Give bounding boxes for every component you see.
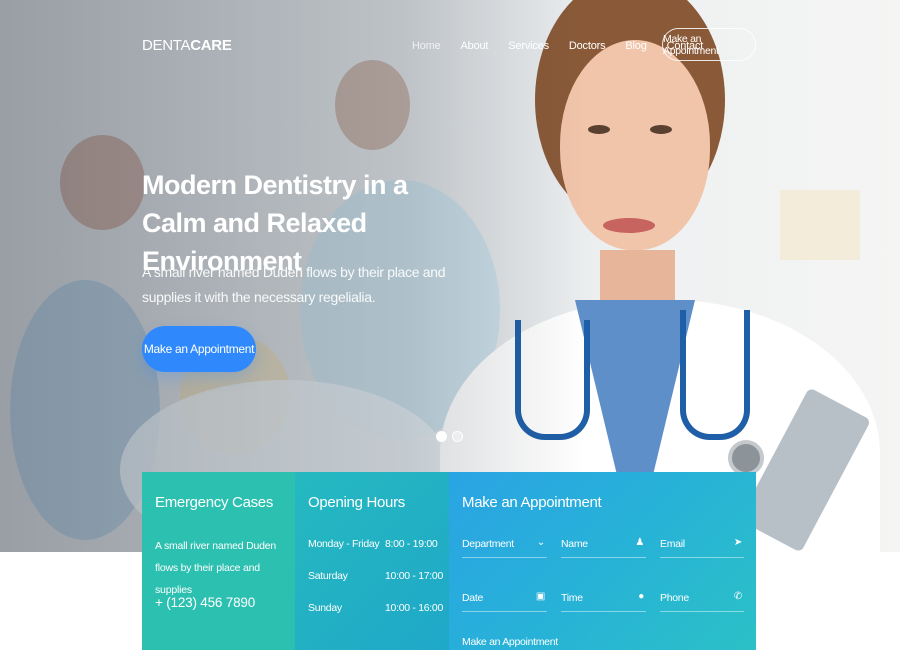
hours-day: Saturday bbox=[308, 570, 348, 582]
hero-subtitle: A small river named Duden flows by their… bbox=[142, 264, 446, 305]
nav-link-home[interactable]: Home bbox=[412, 40, 441, 52]
time-label: Time bbox=[561, 592, 583, 604]
navbar: DENTACARE Home About Services Doctors Bl… bbox=[0, 0, 900, 90]
name-label: Name bbox=[561, 538, 588, 550]
hours-row: Sunday 10:00 - 16:00 bbox=[308, 602, 443, 614]
phone-icon: ✆ bbox=[733, 591, 742, 602]
logo-bold-text: CARE bbox=[190, 37, 232, 54]
carousel-dot-1[interactable] bbox=[436, 431, 447, 442]
nav-link-services[interactable]: Services bbox=[508, 40, 549, 52]
clock-icon: ● bbox=[638, 591, 644, 602]
hours-time: 10:00 - 16:00 bbox=[385, 602, 443, 614]
calendar-icon: ▣ bbox=[535, 591, 545, 602]
nav-link-blog[interactable]: Blog bbox=[625, 40, 646, 52]
phone-label: Phone bbox=[660, 592, 689, 604]
logo[interactable]: DENTACARE bbox=[142, 37, 232, 54]
hero-appointment-button[interactable]: Make an Appointment bbox=[142, 326, 256, 372]
date-field[interactable]: Date ▣ bbox=[462, 588, 547, 612]
nav-link-about[interactable]: About bbox=[461, 40, 489, 52]
carousel-dot-2[interactable] bbox=[452, 431, 463, 442]
opening-hours-title: Opening Hours bbox=[308, 494, 405, 511]
opening-hours-panel: Opening Hours Monday - Friday 8:00 - 19:… bbox=[295, 472, 449, 650]
hours-day: Sunday bbox=[308, 602, 342, 614]
date-label: Date bbox=[462, 592, 483, 604]
paper-plane-icon: ➤ bbox=[733, 537, 742, 548]
nav-appointment-button[interactable]: Make an Appointment bbox=[662, 28, 756, 61]
emergency-phone[interactable]: + (123) 456 7890 bbox=[155, 595, 255, 610]
chevron-down-icon: ⌄ bbox=[536, 537, 545, 548]
nav-link-doctors[interactable]: Doctors bbox=[569, 40, 606, 52]
appointment-panel: Make an Appointment Department ⌄ Name ♟ … bbox=[449, 472, 756, 650]
hours-row: Monday - Friday 8:00 - 19:00 bbox=[308, 538, 438, 550]
department-select[interactable]: Department ⌄ bbox=[462, 534, 547, 558]
hours-day: Monday - Friday bbox=[308, 538, 380, 550]
hours-time: 10:00 - 17:00 bbox=[385, 570, 443, 582]
user-icon: ♟ bbox=[635, 537, 644, 548]
phone-field[interactable]: Phone ✆ bbox=[660, 588, 744, 612]
hours-row: Saturday 10:00 - 17:00 bbox=[308, 570, 443, 582]
appointment-title: Make an Appointment bbox=[462, 494, 602, 511]
carousel-dots bbox=[436, 431, 463, 442]
time-field[interactable]: Time ● bbox=[561, 588, 646, 612]
email-label: Email bbox=[660, 538, 685, 550]
email-field[interactable]: Email ➤ bbox=[660, 534, 744, 558]
emergency-text: A small river named Duden flows by their… bbox=[155, 540, 277, 596]
name-field[interactable]: Name ♟ bbox=[561, 534, 646, 558]
appointment-submit-button[interactable]: Make an Appointment bbox=[462, 636, 558, 648]
emergency-title: Emergency Cases bbox=[155, 494, 274, 511]
hero-section: DENTACARE Home About Services Doctors Bl… bbox=[0, 0, 900, 552]
emergency-panel: Emergency Cases A small river named Dude… bbox=[142, 472, 295, 650]
hours-time: 8:00 - 19:00 bbox=[385, 538, 438, 550]
logo-light-text: DENTA bbox=[142, 37, 191, 54]
department-label: Department bbox=[462, 538, 514, 550]
